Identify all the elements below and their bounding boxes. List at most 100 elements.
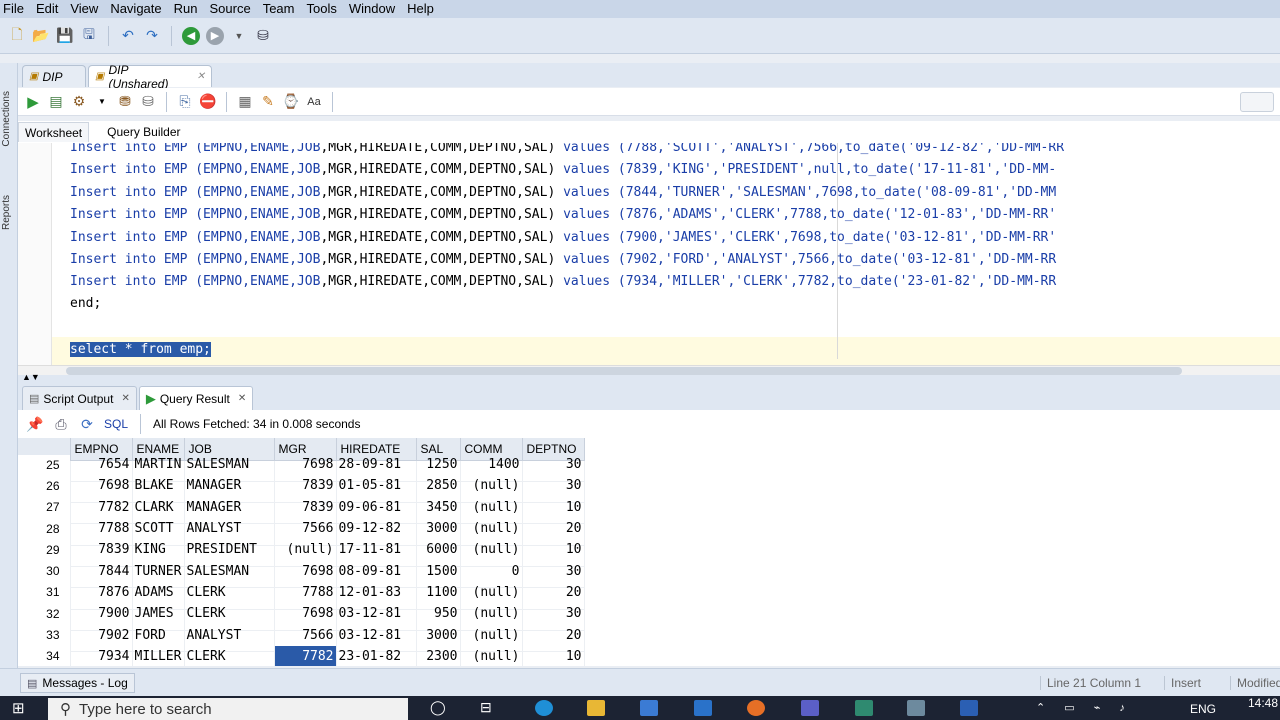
sql-link[interactable]: SQL xyxy=(104,417,128,431)
table-cell[interactable]: 7698 xyxy=(274,454,337,476)
taskbar-search[interactable]: ⚲ Type here to search xyxy=(48,698,408,720)
table-cell[interactable]: 30 xyxy=(522,475,585,498)
table-cell[interactable]: 3000 xyxy=(416,624,461,647)
menu-file[interactable]: File xyxy=(0,0,31,18)
table-cell[interactable]: 7782 xyxy=(70,496,133,519)
table-cell[interactable]: 17-11-81 xyxy=(336,539,417,561)
print-icon[interactable]: ⎙ xyxy=(52,415,70,433)
open-folder-icon[interactable]: 📂 xyxy=(32,27,50,45)
editor-horizontal-scrollbar[interactable] xyxy=(18,365,1280,375)
store-icon[interactable] xyxy=(640,700,658,716)
mail-icon[interactable] xyxy=(694,700,712,716)
windows-start-icon[interactable]: ⊞ xyxy=(12,699,25,717)
save-icon[interactable]: 💾 xyxy=(56,27,74,45)
explain-plan-icon[interactable]: ⎘ xyxy=(176,93,194,111)
tab-script-output[interactable]: ▤ Script Output ✕ xyxy=(22,386,137,410)
word-icon[interactable] xyxy=(960,700,978,716)
connections-tab[interactable]: Connections xyxy=(1,91,12,147)
save-all-icon[interactable]: 🖫 xyxy=(80,26,98,45)
table-cell[interactable]: ADAMS xyxy=(132,581,185,604)
table-cell[interactable]: (null) xyxy=(460,581,523,604)
table-cell[interactable]: MILLER xyxy=(132,645,185,666)
table-cell[interactable]: 20 xyxy=(522,624,585,647)
tab-query-result[interactable]: ▶ Query Result ✕ xyxy=(138,386,254,410)
menu-team[interactable]: Team xyxy=(258,0,302,18)
table-row[interactable]: 31 7876 ADAMS CLERK 7788 12-01-83 1100 (null) 20 xyxy=(18,581,585,604)
table-cell[interactable]: 3450 xyxy=(416,496,461,519)
table-cell[interactable]: ANALYST xyxy=(184,517,275,540)
table-cell[interactable]: 0 xyxy=(460,560,523,583)
commit-icon[interactable]: ⛃ xyxy=(116,93,134,111)
redo-icon[interactable]: ↷ xyxy=(143,27,161,45)
table-cell[interactable]: (null) xyxy=(460,517,523,540)
tab-worksheet[interactable]: Worksheet xyxy=(18,122,90,142)
refresh-icon[interactable]: ⟳ xyxy=(78,415,96,433)
pin-icon[interactable]: 📌 xyxy=(26,415,44,433)
table-cell[interactable]: SALESMAN xyxy=(184,454,275,476)
language-indicator[interactable]: ENG xyxy=(1190,702,1216,716)
table-cell[interactable]: 28-09-81 xyxy=(336,454,417,476)
menu-window[interactable]: Window xyxy=(344,0,402,18)
table-cell[interactable]: 01-05-81 xyxy=(336,475,417,498)
results-grid[interactable]: EMPNO ENAME JOB MGR HIREDATE SAL COMM DEPTNO 25… xyxy=(18,438,1280,666)
table-cell[interactable]: 10 xyxy=(522,645,585,666)
table-cell[interactable]: 03-12-81 xyxy=(336,624,417,647)
table-cell[interactable]: 7698 xyxy=(274,560,337,583)
row-number[interactable]: 31 xyxy=(18,581,71,604)
table-cell[interactable]: MANAGER xyxy=(184,475,275,498)
back-icon[interactable]: ◀ xyxy=(182,26,200,45)
format-icon[interactable]: Aa xyxy=(305,93,323,111)
splitter[interactable]: ▲▼ xyxy=(18,372,1280,384)
table-cell[interactable]: (null) xyxy=(274,539,337,561)
widgets-icon[interactable]: ⊟ xyxy=(480,699,492,716)
table-cell[interactable]: CLERK xyxy=(184,581,275,604)
table-cell[interactable]: CLARK xyxy=(132,496,185,519)
table-row[interactable]: 25 7654 MARTIN SALESMAN 7698 28-09-81 1250 1400… xyxy=(18,454,585,476)
tab-dip[interactable]: ▣ DIP xyxy=(22,65,86,87)
table-cell[interactable]: SALESMAN xyxy=(184,560,275,583)
rollback-icon[interactable]: ⛁ xyxy=(139,93,157,111)
sql-editor[interactable]: Insert into EMP (EMPNO,ENAME,JOB,MGR,HIR… xyxy=(18,143,1280,375)
edge-icon[interactable] xyxy=(535,700,553,716)
row-number[interactable]: 29 xyxy=(18,539,71,561)
table-row[interactable]: 32 7900 JAMES CLERK 7698 03-12-81 950 (null) 30 xyxy=(18,603,585,625)
messages-log-tab[interactable]: ▤ Messages - Log xyxy=(20,673,135,693)
table-cell[interactable]: 09-12-82 xyxy=(336,517,417,540)
sql-worksheet-icon[interactable]: ⛁ xyxy=(254,27,272,45)
table-cell[interactable]: 1250 xyxy=(416,454,461,476)
table-cell[interactable]: 3000 xyxy=(416,517,461,540)
table-cell[interactable]: PRESIDENT xyxy=(184,539,275,561)
undo-icon[interactable]: ↶ xyxy=(119,27,137,45)
file-explorer-icon[interactable] xyxy=(587,700,605,716)
table-cell[interactable]: 09-06-81 xyxy=(336,496,417,519)
close-icon[interactable]: ✕ xyxy=(197,71,205,82)
table-cell[interactable]: 2300 xyxy=(416,645,461,666)
table-cell[interactable]: 20 xyxy=(522,581,585,604)
table-cell[interactable]: 7782 xyxy=(274,645,337,666)
table-cell[interactable]: MARTIN xyxy=(132,454,185,476)
row-number[interactable]: 26 xyxy=(18,475,71,498)
table-cell[interactable]: (null) xyxy=(460,539,523,561)
row-number[interactable]: 25 xyxy=(18,454,71,476)
table-row[interactable]: 34 7934 MILLER CLERK 7782 23-01-82 2300 (null) 1… xyxy=(18,645,585,666)
dropdown-arrow-icon[interactable]: ▼ xyxy=(93,93,111,111)
dropdown-arrow-icon[interactable]: ▼ xyxy=(230,27,248,45)
table-cell[interactable]: 30 xyxy=(522,560,585,583)
tray-icons[interactable]: ⌃ ▭ ⌁ ♪ xyxy=(1036,701,1133,714)
table-cell[interactable]: 7788 xyxy=(70,517,133,540)
table-cell[interactable]: 1500 xyxy=(416,560,461,583)
table-cell[interactable]: 23-01-82 xyxy=(336,645,417,666)
table-cell[interactable]: TURNER xyxy=(132,560,185,583)
connection-selector[interactable] xyxy=(1240,92,1274,112)
run-script-icon[interactable]: ▤ xyxy=(47,93,65,111)
table-cell[interactable]: 1100 xyxy=(416,581,461,604)
table-cell[interactable]: 2850 xyxy=(416,475,461,498)
autotrace-icon[interactable]: ⚙ xyxy=(70,93,88,111)
forward-icon[interactable]: ▶ xyxy=(206,26,224,45)
table-cell[interactable]: 7698 xyxy=(274,603,337,625)
close-icon[interactable]: ✕ xyxy=(238,393,246,404)
table-cell[interactable]: JAMES xyxy=(132,603,185,625)
table-cell[interactable]: (null) xyxy=(460,624,523,647)
sql-tuning-icon[interactable]: ▦ xyxy=(236,93,254,111)
firefox-icon[interactable] xyxy=(747,700,765,716)
